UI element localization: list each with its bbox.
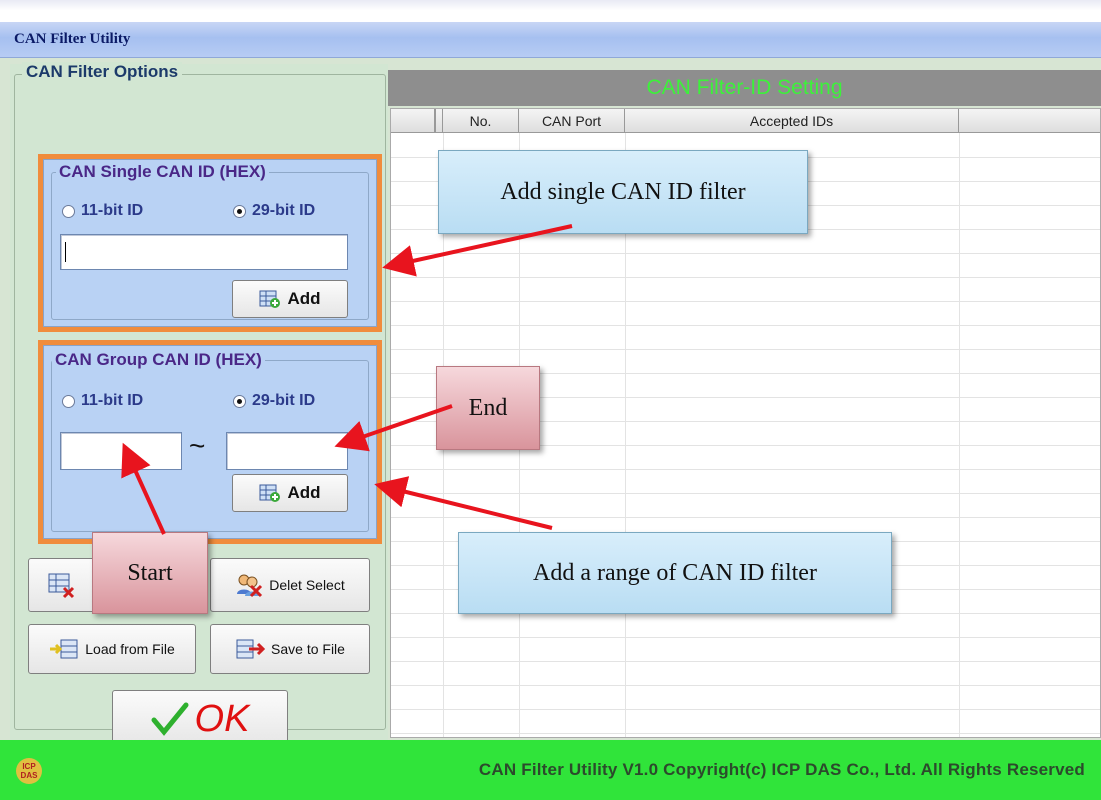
main-window: CAN Filter Options CAN Single CAN ID (HE… [0, 58, 1101, 748]
column-extra [959, 109, 1100, 133]
callout-end: End [436, 366, 540, 450]
callout-range: Add a range of CAN ID filter [458, 532, 892, 614]
title-bar: CAN Filter Utility [0, 0, 1101, 58]
title-bar-strip [0, 22, 1101, 58]
table-row [391, 733, 1100, 734]
table-row [391, 301, 1100, 302]
table-row [391, 277, 1100, 278]
save-to-file-button[interactable]: Save to File [210, 624, 370, 674]
status-text: CAN Filter Utility V1.0 Copyright(c) ICP… [478, 760, 1085, 779]
single-radio-29bit[interactable]: 29-bit ID [233, 202, 315, 220]
delete-select-button[interactable]: Delet Select [210, 558, 370, 612]
delete-table-icon [48, 573, 75, 599]
group-id-legend: CAN Group CAN ID (HEX) [52, 350, 265, 370]
column-accepted-ids[interactable]: Accepted IDs [625, 109, 959, 133]
window-title: CAN Filter Utility [14, 31, 131, 47]
icp-das-logo-icon: ICPDAS [16, 758, 42, 784]
group-add-button[interactable]: Add [232, 474, 348, 512]
table-row [391, 325, 1100, 326]
group-end-input[interactable] [226, 432, 348, 470]
callout-single: Add single CAN ID filter [438, 150, 808, 234]
range-separator: ~ [189, 430, 206, 461]
table-row [391, 685, 1100, 686]
load-file-icon [50, 639, 78, 659]
table-header-bar: CAN Filter-ID Setting [388, 70, 1101, 106]
column-indicator [391, 109, 435, 133]
add-table-icon [259, 484, 281, 502]
table-row [391, 253, 1100, 254]
single-id-legend: CAN Single CAN ID (HEX) [56, 162, 269, 182]
table-row [391, 517, 1100, 518]
column-gap [435, 109, 443, 133]
svg-text:ICP: ICP [22, 762, 36, 771]
table-row [391, 469, 1100, 470]
svg-text:DAS: DAS [21, 771, 39, 780]
group-radio-29bit[interactable]: 29-bit ID [233, 392, 315, 410]
single-radio-11bit[interactable]: 11-bit ID [62, 202, 143, 220]
grid-line [959, 133, 960, 737]
add-table-icon [259, 290, 281, 308]
radio-dot [62, 394, 75, 408]
callout-start: Start [92, 532, 208, 614]
status-bar: ICP DAS CAN Filter Utility V1.0 Copyright… [0, 740, 1101, 800]
radio-dot-selected [233, 394, 246, 408]
group-start-input[interactable] [60, 432, 182, 470]
load-from-file-button[interactable]: Load from File [28, 624, 196, 674]
radio-dot [62, 204, 75, 218]
radio-dot-selected [233, 204, 246, 218]
text-cursor [65, 242, 66, 262]
table-row [391, 349, 1100, 350]
table-row [391, 709, 1100, 710]
table-row [391, 661, 1100, 662]
single-id-input[interactable] [60, 234, 348, 270]
single-add-button[interactable]: Add [232, 280, 348, 318]
column-can-port[interactable]: CAN Port [519, 109, 625, 133]
checkmark-icon [151, 702, 189, 736]
column-no[interactable]: No. [443, 109, 519, 133]
table-row [391, 493, 1100, 494]
save-file-icon [236, 639, 266, 659]
table-row [391, 637, 1100, 638]
delete-users-icon [237, 574, 263, 598]
table-column-header: No. CAN Port Accepted IDs [391, 109, 1100, 133]
options-legend: CAN Filter Options [22, 62, 183, 82]
group-radio-11bit[interactable]: 11-bit ID [62, 392, 143, 410]
